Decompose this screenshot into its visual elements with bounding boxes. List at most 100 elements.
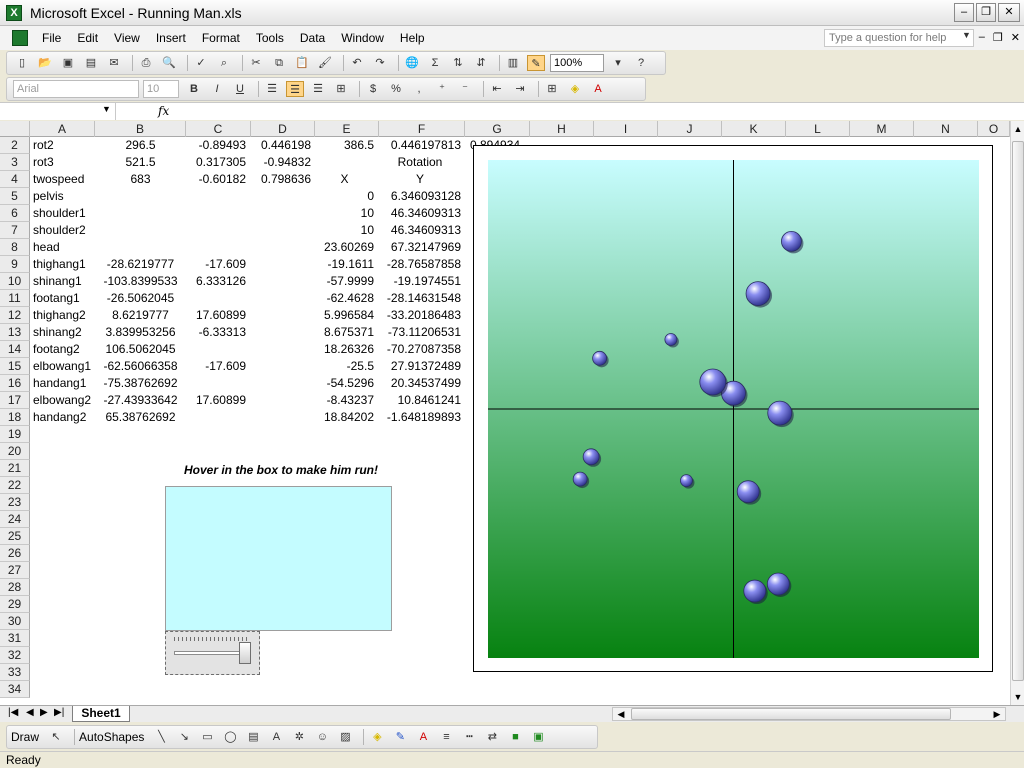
cell-c[interactable]: -0.89493 xyxy=(186,137,246,154)
column-header-k[interactable]: K xyxy=(722,121,786,137)
menu-edit[interactable]: Edit xyxy=(69,31,106,45)
cell-b[interactable]: -75.38762692 xyxy=(95,375,186,392)
workbook-icon[interactable] xyxy=(12,30,28,46)
zoom-select[interactable]: 100% xyxy=(550,54,604,72)
column-header-a[interactable]: A xyxy=(30,121,95,137)
data-point[interactable] xyxy=(767,400,793,426)
name-box-dropdown-icon[interactable]: ▼ xyxy=(102,104,111,114)
column-header-n[interactable]: N xyxy=(914,121,978,137)
cell-a[interactable]: rot2 xyxy=(33,137,93,154)
cell-c[interactable]: -17.609 xyxy=(186,256,246,273)
column-header-b[interactable]: B xyxy=(95,121,186,137)
arrow-style-icon[interactable]: ⇄ xyxy=(483,729,501,745)
cell-e[interactable]: -8.43237 xyxy=(315,392,374,409)
row-header[interactable]: 20 xyxy=(0,443,30,460)
row-header[interactable]: 15 xyxy=(0,358,30,375)
paste-icon[interactable]: 📋 xyxy=(293,55,311,71)
column-header-c[interactable]: C xyxy=(186,121,251,137)
row-header[interactable]: 30 xyxy=(0,613,30,630)
data-point[interactable] xyxy=(736,480,760,504)
data-point[interactable] xyxy=(781,230,802,252)
cell-a[interactable]: thighang1 xyxy=(33,256,93,273)
line-style-icon[interactable]: ≡ xyxy=(437,729,455,745)
print-icon[interactable]: ⎙ xyxy=(137,55,155,71)
row-header[interactable]: 28 xyxy=(0,579,30,596)
cell-b[interactable]: 521.5 xyxy=(95,154,186,171)
row-header[interactable]: 2 xyxy=(0,137,30,154)
row-header[interactable]: 10 xyxy=(0,273,30,290)
cell-f[interactable]: 46.34609313 xyxy=(379,205,461,222)
decrease-indent-icon[interactable]: ⇤ xyxy=(488,81,506,97)
cell-a[interactable]: rot3 xyxy=(33,154,93,171)
row-header[interactable]: 16 xyxy=(0,375,30,392)
dash-style-icon[interactable]: ┅ xyxy=(460,729,478,745)
cell-f[interactable]: 20.34537499 xyxy=(379,375,461,392)
column-header-o[interactable]: O xyxy=(978,121,1010,137)
data-point[interactable] xyxy=(664,333,678,346)
cell-f[interactable]: Y xyxy=(379,171,461,188)
cell-a[interactable]: footang1 xyxy=(33,290,93,307)
autoshapes-menu-button[interactable]: AutoShapes xyxy=(79,730,144,744)
hyperlink-icon[interactable]: 🌐 xyxy=(403,55,421,71)
font-color-icon[interactable]: A xyxy=(414,729,432,745)
chart-wizard-icon[interactable]: ▥ xyxy=(504,55,522,71)
row-header[interactable]: 25 xyxy=(0,528,30,545)
cell-b[interactable]: 683 xyxy=(95,171,186,188)
row-header[interactable]: 31 xyxy=(0,630,30,647)
cell-e[interactable]: 386.5 xyxy=(315,137,374,154)
underline-icon[interactable]: U xyxy=(231,81,249,97)
help-search-input[interactable]: Type a question for help xyxy=(824,29,974,47)
data-point[interactable] xyxy=(572,471,588,487)
restore-icon[interactable]: ❐ xyxy=(976,3,996,22)
new-icon[interactable]: ▯ xyxy=(13,55,31,71)
cell-b[interactable]: 3.839953256 xyxy=(95,324,186,341)
cell-a[interactable]: twospeed xyxy=(33,171,93,188)
cell-f[interactable]: Rotation xyxy=(379,154,461,171)
close-icon[interactable]: ✕ xyxy=(998,3,1020,22)
shadow-style-icon[interactable]: ■ xyxy=(506,729,524,745)
draw-menu-button[interactable]: Draw xyxy=(11,730,39,744)
cell-a[interactable]: shinang2 xyxy=(33,324,93,341)
rectangle-icon[interactable]: ▭ xyxy=(198,729,216,745)
column-header-i[interactable]: I xyxy=(594,121,658,137)
data-point[interactable] xyxy=(582,448,600,466)
help-dropdown-icon[interactable]: ▼ xyxy=(962,30,971,40)
scroll-up-icon[interactable]: ▲ xyxy=(1011,121,1024,137)
cell-c[interactable]: 0.317305 xyxy=(186,154,246,171)
row-header[interactable]: 12 xyxy=(0,307,30,324)
cell-c[interactable]: 6.333126 xyxy=(186,273,246,290)
menu-window[interactable]: Window xyxy=(333,31,392,45)
speed-slider-control[interactable] xyxy=(165,631,260,675)
row-header[interactable]: 24 xyxy=(0,511,30,528)
email-icon[interactable]: ✉ xyxy=(105,55,123,71)
horizontal-scroll-thumb[interactable] xyxy=(631,708,951,720)
bold-icon[interactable]: B xyxy=(185,81,203,97)
cell-e[interactable]: 18.26326 xyxy=(315,341,374,358)
cell-f[interactable]: 46.34609313 xyxy=(379,222,461,239)
align-right-icon[interactable]: ☰ xyxy=(309,81,327,97)
comma-icon[interactable]: , xyxy=(410,81,428,97)
cell-c[interactable]: -0.60182 xyxy=(186,171,246,188)
chart-plot-area[interactable] xyxy=(488,160,979,658)
currency-icon[interactable]: $ xyxy=(364,81,382,97)
italic-icon[interactable]: I xyxy=(208,81,226,97)
cell-a[interactable]: thighang2 xyxy=(33,307,93,324)
cell-a[interactable]: pelvis xyxy=(33,188,93,205)
hover-area-box[interactable] xyxy=(165,486,392,631)
menu-help[interactable]: Help xyxy=(392,31,433,45)
column-header-m[interactable]: M xyxy=(850,121,914,137)
slider-track[interactable] xyxy=(174,651,248,655)
cell-e[interactable]: X xyxy=(315,171,374,188)
text-box-icon[interactable]: ▤ xyxy=(244,729,262,745)
font-color-icon[interactable]: A xyxy=(589,81,607,97)
row-header[interactable]: 17 xyxy=(0,392,30,409)
row-header[interactable]: 13 xyxy=(0,324,30,341)
cell-d[interactable]: 0.798636 xyxy=(251,171,311,188)
cell-e[interactable]: -19.1611 xyxy=(315,256,374,273)
cell-e[interactable]: 5.996584 xyxy=(315,307,374,324)
cell-e[interactable]: -54.5296 xyxy=(315,375,374,392)
worksheet-grid[interactable]: A B C D E F G H I J K L M N O 2 rot2 296.5… xyxy=(0,121,1010,705)
cell-a[interactable]: shinang1 xyxy=(33,273,93,290)
cell-f[interactable]: -19.1974551 xyxy=(379,273,461,290)
cell-a[interactable]: shoulder2 xyxy=(33,222,93,239)
